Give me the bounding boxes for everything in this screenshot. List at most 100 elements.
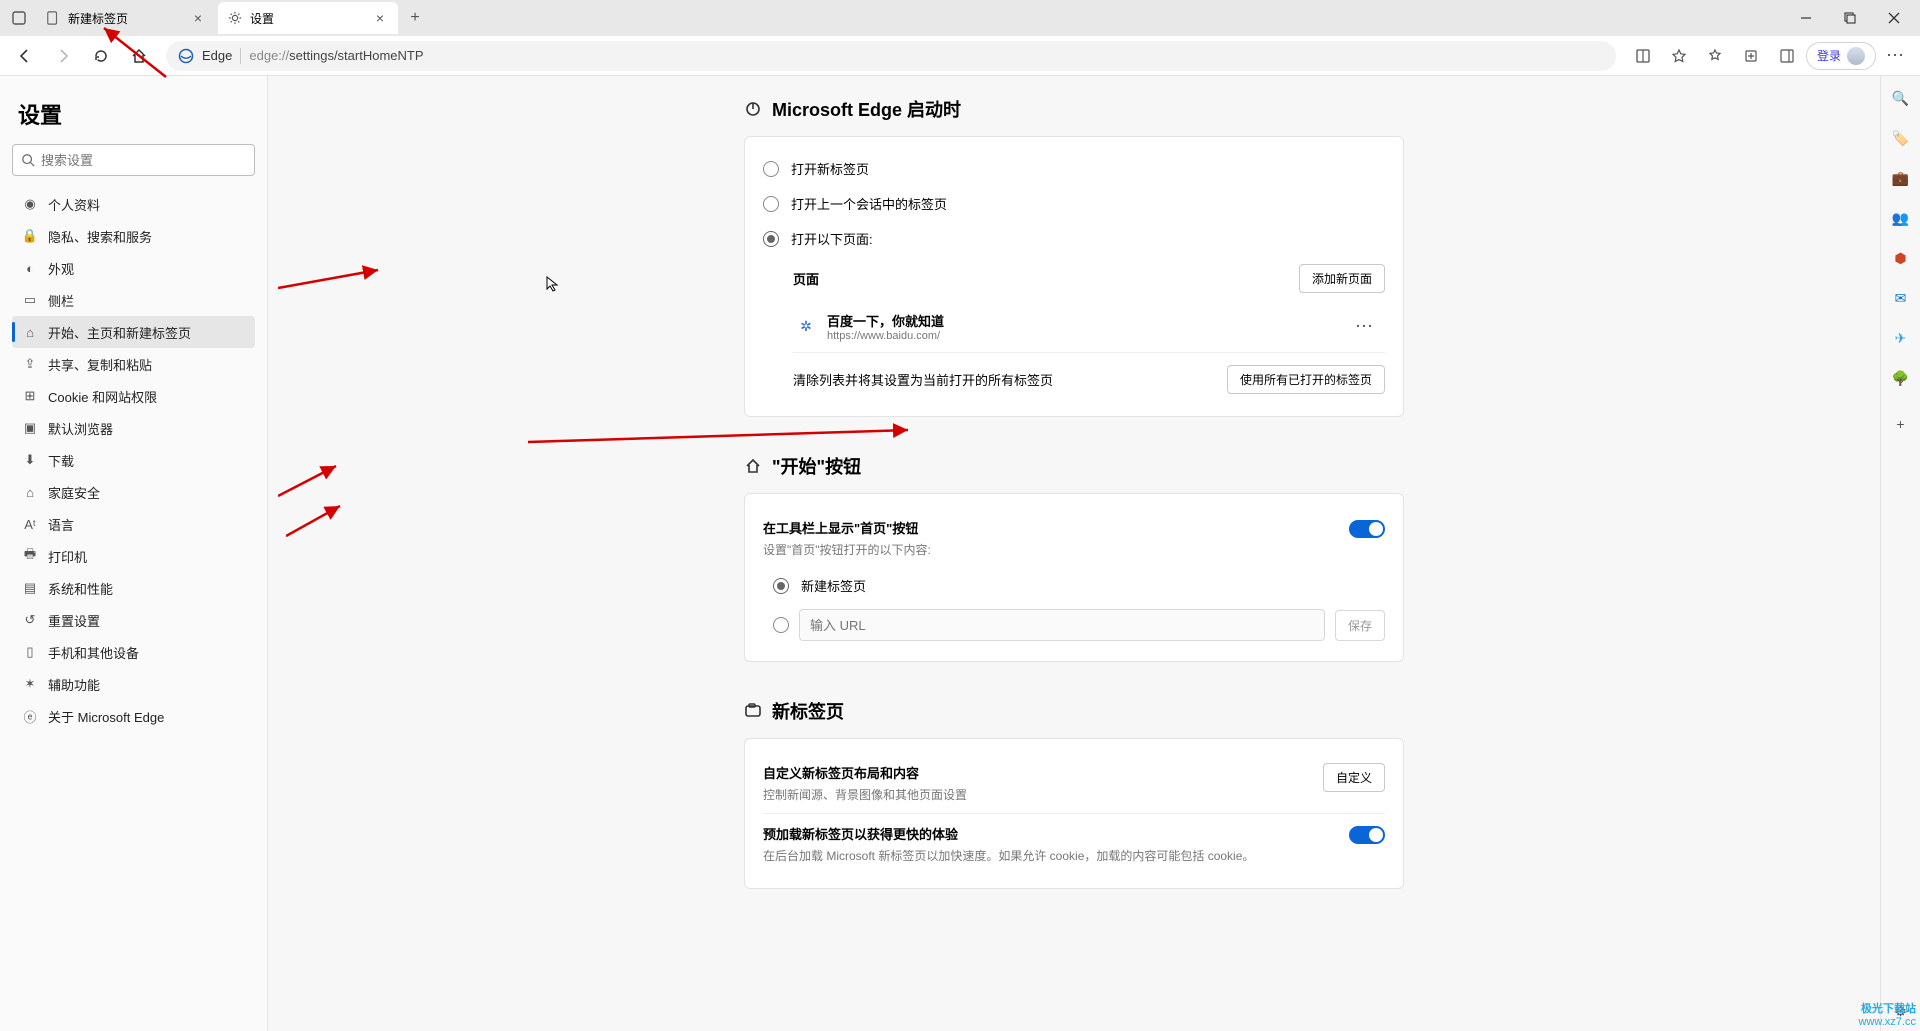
sidebar-title: 设置: [18, 98, 249, 130]
cookie-icon: ⊞: [22, 388, 38, 404]
book-icon: [1635, 48, 1651, 64]
show-home-label: 在工具栏上显示"首页"按钮: [763, 518, 931, 537]
page-url: https://www.baidu.com/: [827, 330, 944, 342]
show-home-toggle[interactable]: [1349, 520, 1385, 538]
sidebar-item-label: 重置设置: [48, 611, 100, 630]
sidebar-item[interactable]: ▯ 手机和其他设备: [12, 636, 255, 668]
sidebar-icon: ▭: [22, 292, 38, 308]
sidebar-item-label: 侧栏: [48, 291, 74, 310]
use-open-tabs-button[interactable]: 使用所有已打开的标签页: [1227, 365, 1385, 394]
sidebar-toggle-button[interactable]: [1770, 39, 1804, 73]
people-icon[interactable]: 👥: [1889, 206, 1913, 230]
sidebar-item[interactable]: ⌂开始、主页和新建标签页: [12, 316, 255, 348]
close-tab-button[interactable]: ×: [372, 10, 388, 26]
home-icon: ⌂: [22, 325, 38, 340]
preload-toggle[interactable]: [1349, 826, 1385, 844]
sidebar-item-label: 系统和性能: [48, 579, 113, 598]
settings-nav: ◉个人资料🔒隐私、搜索和服务◐外观 ▭ 侧栏 ⌂开始、主页和新建标签页⇪共享、复制和粘…: [12, 188, 255, 732]
toolbar: Edge edge://settings/startHomeNTP 登录 ⋯: [0, 36, 1920, 76]
collections-button[interactable]: [1734, 39, 1768, 73]
sidebar-item[interactable]: ✶辅助功能: [12, 668, 255, 700]
maximize-button[interactable]: [1828, 2, 1872, 34]
tab-new-tab-page[interactable]: 新建标签页 ×: [36, 2, 216, 34]
accessibility-icon: ✶: [22, 676, 38, 692]
forward-button[interactable]: [46, 39, 80, 73]
sidebar-item[interactable]: ▤ 系统和性能: [12, 572, 255, 604]
favorites-button[interactable]: [1698, 39, 1732, 73]
new-tab-button[interactable]: +: [400, 3, 430, 33]
sidebar-item[interactable]: Aᵗ语言: [12, 508, 255, 540]
close-window-button[interactable]: [1872, 2, 1916, 34]
send-icon[interactable]: ✈: [1889, 326, 1913, 350]
radio-open-newtab[interactable]: 打开新标签页: [763, 151, 1385, 186]
sidebar-item[interactable]: 🔒隐私、搜索和服务: [12, 220, 255, 252]
briefcase-icon[interactable]: 💼: [1889, 166, 1913, 190]
sidebar-item[interactable]: ▣默认浏览器: [12, 412, 255, 444]
edge-icon: [178, 48, 194, 64]
radio-open-previous[interactable]: 打开上一个会话中的标签页: [763, 186, 1385, 221]
radio-home-newtab[interactable]: 新建标签页: [773, 568, 1385, 603]
sidebar-item-label: 隐私、搜索和服务: [48, 227, 152, 246]
radio-home-url[interactable]: [773, 617, 789, 633]
section-home-button: "开始"按钮 在工具栏上显示"首页"按钮 设置"首页"按钮打开的以下内容: 新建…: [744, 453, 1404, 662]
login-label: 登录: [1817, 47, 1841, 64]
content-area: 设置 ◉个人资料🔒隐私、搜索和服务◐外观 ▭ 侧栏 ⌂开始、主页和新建标签页⇪共享、复…: [0, 76, 1920, 1031]
url-text: edge://settings/startHomeNTP: [249, 48, 1604, 63]
sidebar-item[interactable]: ◉个人资料: [12, 188, 255, 220]
outlook-icon[interactable]: ✉: [1889, 286, 1913, 310]
sidebar-item[interactable]: ⇪共享、复制和粘贴: [12, 348, 255, 380]
office-icon[interactable]: ⬢: [1889, 246, 1913, 270]
sidebar-item[interactable]: ⌂家庭安全: [12, 476, 255, 508]
add-sidebar-button[interactable]: +: [1889, 412, 1913, 436]
more-button[interactable]: ⋯: [1878, 39, 1912, 73]
gear-icon: [228, 11, 242, 25]
clear-list-label: 清除列表并将其设置为当前打开的所有标签页: [793, 370, 1053, 389]
sidebar-item[interactable]: ⊞Cookie 和网站权限: [12, 380, 255, 412]
collections-icon: [1743, 48, 1759, 64]
sidebar-item[interactable]: ◐外观: [12, 252, 255, 284]
back-button[interactable]: [8, 39, 42, 73]
close-tab-button[interactable]: ×: [190, 10, 206, 26]
sidebar-item[interactable]: ↺ 重置设置: [12, 604, 255, 636]
sidebar-item[interactable]: ⬇下载: [12, 444, 255, 476]
minimize-button[interactable]: [1784, 2, 1828, 34]
reset-icon: ↺: [22, 612, 38, 628]
search-input[interactable]: [41, 153, 246, 168]
baidu-favicon-icon: ✲: [797, 318, 815, 336]
appearance-icon: ◐: [22, 261, 38, 276]
reading-view-button[interactable]: [1626, 39, 1660, 73]
refresh-button[interactable]: [84, 39, 118, 73]
star-button[interactable]: [1662, 39, 1696, 73]
address-bar[interactable]: Edge edge://settings/startHomeNTP: [166, 41, 1616, 71]
window-controls: [1784, 2, 1916, 34]
radio-open-pages[interactable]: 打开以下页面:: [763, 221, 1385, 256]
site-identity: Edge: [202, 48, 232, 63]
phone-icon: ▯: [22, 644, 38, 660]
home-button[interactable]: [122, 39, 156, 73]
tag-icon[interactable]: 🏷️: [1889, 126, 1913, 150]
sidebar-item[interactable]: ⓔ关于 Microsoft Edge: [12, 700, 255, 732]
add-new-page-button[interactable]: 添加新页面: [1299, 264, 1385, 293]
sidebar-item[interactable]: ▭ 侧栏: [12, 284, 255, 316]
search-icon[interactable]: 🔍: [1889, 86, 1913, 110]
sidebar-item[interactable]: 🖶打印机: [12, 540, 255, 572]
system-icon: ▤: [22, 580, 38, 596]
home-icon: [130, 47, 148, 65]
tab-settings[interactable]: 设置 ×: [218, 2, 398, 34]
profile-login-button[interactable]: 登录: [1806, 42, 1876, 70]
person-icon: ◉: [22, 196, 38, 212]
tab-actions-button[interactable]: [4, 3, 34, 33]
right-sidebar: 🔍 🏷️ 💼 👥 ⬢ ✉ ✈ 🌳 + ⚙: [1880, 76, 1920, 1031]
page-more-button[interactable]: ⋯: [1347, 312, 1381, 341]
home-url-input[interactable]: [799, 609, 1325, 641]
settings-search[interactable]: [12, 144, 255, 176]
customize-label: 自定义新标签页布局和内容: [763, 763, 967, 782]
save-url-button[interactable]: 保存: [1335, 610, 1385, 641]
sidebar-item-label: 默认浏览器: [48, 419, 113, 438]
section-new-tab: 新标签页 自定义新标签页布局和内容 控制新闻源、背景图像和其他页面设置 自定义 …: [744, 698, 1404, 889]
maximize-icon: [1844, 12, 1856, 24]
sidebar-item-label: 手机和其他设备: [48, 643, 139, 662]
customize-button[interactable]: 自定义: [1323, 763, 1385, 792]
tree-icon[interactable]: 🌳: [1889, 366, 1913, 390]
page-title: 百度一下，你就知道: [827, 311, 944, 330]
